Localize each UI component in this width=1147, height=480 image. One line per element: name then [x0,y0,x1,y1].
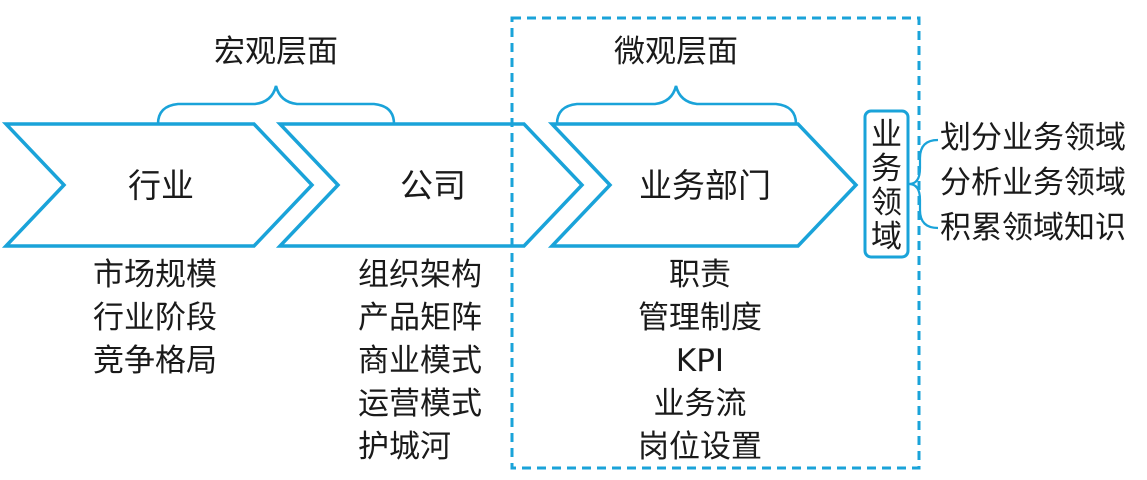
stage-label-business-department: 业务部门 [639,166,771,205]
business-domain-char: 域 [871,219,902,255]
list-item: 组织架构 [358,257,482,293]
list-item: 护城河 [358,429,451,465]
list-item: 分析业务领域 [940,165,1126,201]
list-item: 管理制度 [638,300,762,336]
list-item: 职责 [669,257,731,293]
company-items: 组织架构 产品矩阵 商业模式 运营模式 护城河 [358,257,482,465]
list-item: 市场规模 [93,257,217,293]
macro-brace [156,85,396,126]
business-domain-label: 业 务 领 域 [871,117,902,255]
list-item: KPI [676,343,724,379]
list-item: 产品矩阵 [358,300,482,336]
business-analysis-diagram: 宏观层面 微观层面 行业 公司 业务部门 市场规模 行业阶段 竞争格局 组织架构… [1,16,1126,470]
list-item: 岗位设置 [638,429,762,465]
domain-connector-bracket [908,138,939,230]
list-item: 商业模式 [358,343,482,379]
list-item: 划分业务领域 [940,120,1126,156]
macro-level-title: 宏观层面 [214,34,338,70]
list-item: 竞争格局 [93,343,217,379]
business-domain-char: 领 [871,185,902,221]
domain-tasks: 划分业务领域 分析业务领域 积累领域知识 [940,120,1126,246]
list-item: 行业阶段 [93,300,217,336]
business-domain-char: 务 [871,151,902,187]
micro-brace [555,85,798,126]
list-item: 业务流 [654,386,747,422]
business-domain-char: 业 [871,117,902,153]
stage-label-company: 公司 [400,166,466,205]
list-item: 积累领域知识 [940,210,1126,246]
business-department-items: 职责 管理制度 KPI 业务流 岗位设置 [638,257,762,465]
industry-items: 市场规模 行业阶段 竞争格局 [93,257,217,379]
list-item: 运营模式 [358,386,482,422]
micro-level-title: 微观层面 [614,34,738,70]
stage-label-industry: 行业 [128,166,194,205]
